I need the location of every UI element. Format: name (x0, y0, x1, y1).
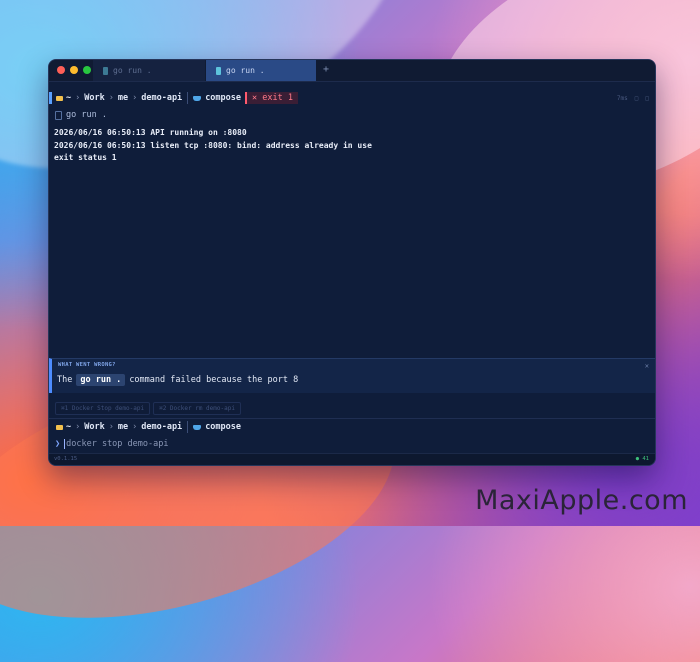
tab-label: go run . (113, 66, 152, 75)
panel-message: The go run . command failed because the … (57, 374, 298, 386)
context-label[interactable]: compose (205, 93, 241, 103)
close-window-button[interactable] (57, 66, 65, 74)
terminal-window: go run . go run . + ~ › Work › me › demo… (48, 59, 656, 466)
folder-icon (56, 424, 63, 430)
panel-title: WHAT WENT WRONG? (58, 362, 116, 368)
output-line: 2026/06/16 06:50:13 listen tcp :8080: bi… (54, 140, 372, 150)
copy-icon[interactable]: □ (635, 95, 639, 102)
divider (187, 421, 189, 433)
zoom-window-button[interactable] (83, 66, 91, 74)
input-value[interactable]: docker stop demo-api (66, 439, 168, 449)
breadcrumb-demo-api[interactable]: demo-api (141, 422, 182, 432)
block-prompt-header: ~ › Work › me › demo-api compose ✕ exit … (49, 92, 655, 104)
breadcrumb-me[interactable]: me (118, 93, 128, 103)
suggestion-chip[interactable]: ⌘1 Docker Stop demo-api (55, 402, 151, 415)
duration-label: 7ms (616, 95, 628, 102)
status-indicator: ● 41 (635, 456, 649, 462)
docker-icon (193, 424, 202, 430)
tab-2-active[interactable]: go run . (206, 60, 316, 81)
prompt-arrow-icon: ❯ (55, 439, 61, 449)
command-output: 2026/06/16 06:50:13 API running on :8080… (54, 127, 372, 165)
breadcrumb-work[interactable]: Work (84, 93, 104, 103)
divider (187, 92, 189, 104)
input-area: ~ › Work › me › demo-api compose ❯ docke… (49, 418, 655, 455)
message-text: command failed because the port 8 (129, 375, 299, 385)
version-label: v0.1.15 (54, 456, 78, 462)
breadcrumb-home[interactable]: ~ (66, 422, 71, 432)
title-bar: go run . go run . + (49, 60, 655, 82)
output-line: exit status 1 (54, 153, 117, 162)
chevron-right-icon: › (108, 422, 114, 432)
chevron-right-icon: › (132, 422, 138, 432)
chevron-right-icon: › (75, 93, 81, 103)
message-text: The (57, 375, 73, 385)
chevron-right-icon: › (75, 422, 81, 432)
exit-status-badge: ✕ exit 1 (245, 92, 298, 104)
input-prompt-header: ~ › Work › me › demo-api compose (49, 421, 655, 433)
breadcrumb-work[interactable]: Work (84, 422, 104, 432)
breadcrumb-demo-api[interactable]: demo-api (141, 93, 182, 103)
window-controls (57, 66, 91, 74)
executed-command: go run . (55, 110, 107, 120)
tab-label: go run . (226, 66, 265, 75)
close-icon[interactable]: ✕ (645, 362, 649, 370)
file-icon (103, 66, 108, 75)
output-line: 2026/06/16 06:50:13 API running on :8080 (54, 128, 247, 137)
watermark-logo: MaxiApple.com (475, 485, 688, 516)
bookmark-icon[interactable]: □ (645, 95, 649, 102)
status-bar: v0.1.15 ● 41 (49, 453, 655, 465)
command-input[interactable]: ❯ docker stop demo-api (55, 439, 168, 449)
command-text[interactable]: go run . (66, 110, 107, 120)
text-cursor (64, 439, 66, 449)
block-actions: 7ms □ □ (617, 95, 649, 102)
chevron-right-icon: › (132, 93, 138, 103)
command-icon (55, 110, 62, 120)
file-icon (216, 66, 221, 75)
command-chip: go run . (76, 374, 126, 386)
breadcrumb-home[interactable]: ~ (66, 93, 71, 103)
suggestion-chips: ⌘1 Docker Stop demo-api ⌘2 Docker rm dem… (55, 402, 241, 415)
docker-icon (193, 95, 202, 101)
minimize-window-button[interactable] (70, 66, 78, 74)
chevron-right-icon: › (108, 93, 114, 103)
folder-icon (56, 95, 63, 101)
what-went-wrong-panel: WHAT WENT WRONG? The go run . command fa… (49, 358, 655, 393)
new-tab-button[interactable]: + (323, 64, 329, 75)
context-label[interactable]: compose (205, 422, 241, 432)
tab-1[interactable]: go run . (93, 60, 205, 81)
suggestion-chip[interactable]: ⌘2 Docker rm demo-api (153, 402, 241, 415)
block-accent (49, 92, 52, 104)
breadcrumb-me[interactable]: me (118, 422, 128, 432)
